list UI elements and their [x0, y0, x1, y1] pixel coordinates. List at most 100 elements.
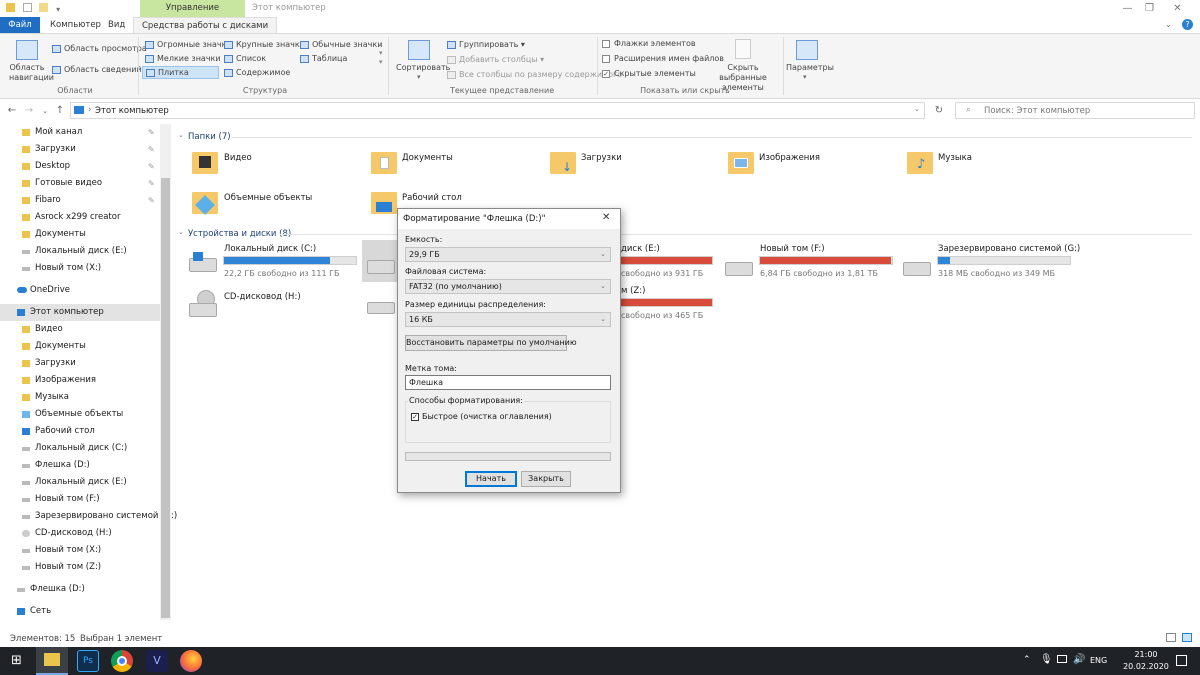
volume-label-input[interactable]: Флешка — [405, 375, 611, 390]
drive-name[interactable]: м (Z:) — [621, 286, 645, 296]
drive-name[interactable]: Новый том (F:) — [760, 244, 825, 254]
clock-date[interactable]: 20.02.2020 — [1117, 662, 1175, 671]
folder-name[interactable]: Видео — [224, 153, 252, 163]
taskbar-explorer-active[interactable] — [36, 647, 68, 675]
clock-time[interactable]: 21:00 — [1126, 650, 1166, 659]
restore-defaults-button[interactable]: Восстановить параметры по умолчанию — [405, 335, 577, 351]
start-button[interactable]: Начать — [465, 471, 517, 487]
layout-scroll-icon[interactable]: ▴ ▾ ▾ — [379, 40, 383, 67]
view-list[interactable]: Список — [224, 54, 266, 63]
refresh-button[interactable]: ↻ — [932, 101, 946, 121]
sort-button[interactable]: Сортировать — [396, 63, 450, 72]
nav-item-this-pc[interactable]: Этот компьютер — [0, 304, 160, 321]
drive-name[interactable]: Локальный диск (C:) — [224, 244, 316, 254]
pin-icon[interactable]: ✎ — [148, 124, 155, 141]
folder-name[interactable]: Загрузки — [581, 153, 622, 163]
pin-icon[interactable]: ✎ — [148, 141, 155, 158]
folders-section-header[interactable]: Папки (7) — [188, 132, 231, 142]
nav-item[interactable]: Desktop ✎ — [0, 158, 160, 175]
nav-item[interactable]: Видео — [0, 321, 160, 338]
vegas-icon[interactable]: V — [146, 650, 168, 672]
view-large-icons[interactable]: Крупные значки — [224, 40, 305, 49]
nav-item[interactable]: Рабочий стол — [0, 423, 160, 440]
view-normal-icons[interactable]: Обычные значки — [300, 40, 382, 49]
item-checkboxes-toggle[interactable]: Флажки элементов — [602, 39, 696, 48]
customize-qat-icon[interactable]: ▾ — [56, 5, 60, 14]
view-table[interactable]: Таблица — [300, 54, 347, 63]
nav-item[interactable]: Новый том (X:) — [0, 260, 160, 277]
file-extensions-toggle[interactable]: Расширения имен файлов — [602, 54, 724, 63]
details-view-icon[interactable] — [1166, 633, 1176, 642]
nav-item[interactable]: Новый том (X:) — [0, 542, 160, 559]
nav-item[interactable]: Локальный диск (C:) — [0, 440, 160, 457]
fit-columns-button[interactable]: Все столбцы по размеру содержимого — [447, 70, 622, 79]
pin-icon[interactable]: ✎ — [148, 175, 155, 192]
view-content[interactable]: Содержимое — [224, 68, 290, 77]
nav-item[interactable]: CD-дисковод (H:) — [0, 525, 160, 542]
folder-name[interactable]: Документы — [402, 153, 453, 163]
options-button[interactable]: Параметры — [786, 63, 834, 72]
nav-item[interactable]: Локальный диск (E:) — [0, 474, 160, 491]
nav-item[interactable]: Asrock x299 creator — [0, 209, 160, 226]
help-icon[interactable]: ? — [1182, 19, 1193, 30]
tab-file[interactable]: Файл — [0, 17, 40, 33]
view-small-icons[interactable]: Мелкие значки — [145, 54, 221, 63]
navigation-pane-button[interactable]: Область навигации — [9, 63, 54, 83]
nav-item[interactable]: Загрузки — [0, 355, 160, 372]
nav-item[interactable]: Новый том (Z:) — [0, 559, 160, 576]
nav-item[interactable]: Загрузки ✎ — [0, 141, 160, 158]
photoshop-icon[interactable]: Ps — [77, 650, 99, 672]
close-dialog-button[interactable]: Закрыть — [521, 471, 571, 487]
nav-item-network[interactable]: Сеть — [0, 603, 160, 620]
selected-drive-tile[interactable] — [362, 240, 398, 282]
nav-item[interactable]: Мой канал ✎ — [0, 124, 160, 141]
nav-item[interactable]: Готовые видео ✎ — [0, 175, 160, 192]
language-indicator[interactable]: ENG — [1090, 656, 1107, 665]
allocation-size-select[interactable]: 16 КБ ⌄ — [405, 312, 611, 327]
view-huge-icons[interactable]: Огромные значки — [145, 40, 232, 49]
notifications-icon[interactable] — [1176, 655, 1187, 666]
search-input[interactable]: ⌕ Поиск: Этот компьютер — [955, 102, 1195, 119]
capacity-select[interactable]: 29,9 ГБ ⌄ — [405, 247, 611, 262]
checkbox[interactable] — [602, 54, 610, 63]
back-button[interactable]: ← — [5, 101, 19, 121]
pin-icon[interactable]: ✎ — [148, 192, 155, 209]
address-dropdown-icon[interactable]: ⌄ — [914, 105, 920, 113]
collapse-ribbon-icon[interactable]: ⌄ — [1165, 20, 1172, 29]
nav-item[interactable]: Документы — [0, 338, 160, 355]
folder-name[interactable]: Изображения — [759, 153, 820, 163]
chrome-icon[interactable] — [111, 650, 133, 672]
forward-button[interactable]: → — [22, 101, 36, 121]
drive-name[interactable]: CD-дисковод (H:) — [224, 292, 301, 302]
nav-item[interactable]: Музыка — [0, 389, 160, 406]
nav-item[interactable]: Объемные объекты — [0, 406, 160, 423]
collapse-section-icon[interactable]: ⌄ — [178, 228, 184, 236]
nav-item[interactable]: Локальный диск (E:) — [0, 243, 160, 260]
checkbox-checked[interactable]: ✓ — [602, 69, 610, 78]
close-button[interactable]: ✕ — [1155, 0, 1200, 17]
properties-icon[interactable] — [22, 3, 32, 12]
nav-item-onedrive[interactable]: OneDrive — [0, 282, 160, 299]
tab-drive-tools[interactable]: Средства работы с дисками — [133, 17, 278, 33]
folder-name[interactable]: Объемные объекты — [224, 193, 312, 203]
nav-item[interactable]: Fibaro ✎ — [0, 192, 160, 209]
add-columns-button[interactable]: Добавить столбцы ▾ — [447, 55, 544, 64]
group-by-button[interactable]: Группировать ▾ — [447, 40, 525, 49]
tab-view[interactable]: Вид — [100, 17, 133, 33]
nav-item-flash[interactable]: Флешка (D:) — [0, 581, 160, 598]
hidden-items-toggle[interactable]: ✓ Скрытые элементы — [602, 69, 696, 78]
nav-scrollbar-thumb[interactable] — [161, 178, 170, 618]
new-folder-icon[interactable] — [39, 3, 49, 12]
drive-name[interactable]: диск (E:) — [621, 244, 660, 254]
filesystem-select[interactable]: FAT32 (по умолчанию) ⌄ — [405, 279, 611, 294]
nav-item[interactable]: Новый том (F:) — [0, 491, 160, 508]
quick-access-toolbar[interactable]: ▾ — [6, 3, 60, 15]
quick-format-checkbox[interactable]: ✓ — [411, 413, 419, 421]
nav-item[interactable]: Изображения — [0, 372, 160, 389]
collapse-section-icon[interactable]: ⌄ — [178, 131, 184, 139]
nav-item[interactable]: Зарезервировано системой (G:) — [0, 508, 177, 525]
firefox-icon[interactable] — [180, 650, 202, 672]
checkbox[interactable] — [602, 39, 610, 48]
volume-icon[interactable]: 🔊 — [1073, 654, 1085, 665]
show-hidden-icons[interactable]: ⌃ — [1023, 655, 1031, 665]
